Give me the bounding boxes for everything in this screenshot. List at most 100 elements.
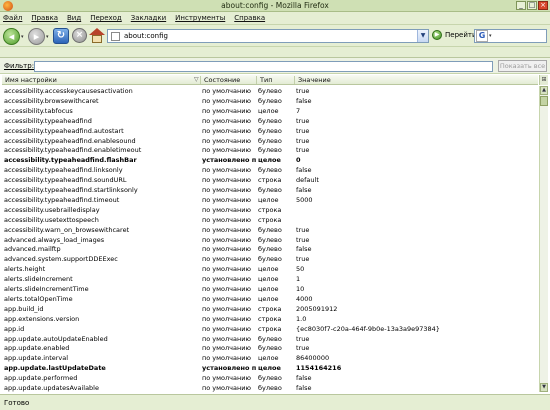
back-button[interactable]: ◂ ▾ <box>3 28 24 45</box>
cell-status: по умолчанию <box>202 195 251 204</box>
table-row[interactable]: alerts.height по умолчанию целое 50 <box>2 264 538 274</box>
cell-name: app.update.enabled <box>4 344 70 353</box>
cell-name: app.update.lastUpdateDate <box>4 364 106 373</box>
show-all-button[interactable]: Показать все <box>498 60 547 72</box>
table-row[interactable]: accessibility.typeaheadfind.soundURL по у… <box>2 175 538 185</box>
menu-file[interactable]: Файл <box>3 14 22 22</box>
table-row[interactable]: app.extensions.version по умолчанию строка… <box>2 314 538 324</box>
cell-value: 1 <box>296 275 301 284</box>
table-row[interactable]: app.update.interval по умолчанию целое 8640… <box>2 353 538 363</box>
reload-button[interactable]: ↻ <box>53 28 69 44</box>
menu-view[interactable]: Вид <box>67 14 81 22</box>
table-row[interactable]: accessibility.typeaheadfind.flashBar уста… <box>2 155 538 165</box>
cell-name: accessibility.typeaheadfind <box>4 116 92 125</box>
table-row[interactable]: app.update.lastUpdateDate установлено п..… <box>2 363 538 373</box>
cell-status: по умолчанию <box>202 314 251 323</box>
search-engine-icon[interactable]: G <box>476 30 488 42</box>
table-row[interactable]: app.id по умолчанию строка {ec8030f7-c20a-4… <box>2 324 538 334</box>
filter-input[interactable] <box>34 61 493 72</box>
table-row[interactable]: advanced.system.supportDDEExec по умолчан… <box>2 254 538 264</box>
maximize-button[interactable]: □ <box>527 1 537 10</box>
cell-type: булево <box>258 344 282 353</box>
stop-button[interactable]: × <box>72 28 87 43</box>
cell-status: по умолчанию <box>202 136 251 145</box>
cell-name: advanced.always_load_images <box>4 235 105 244</box>
cell-type: строка <box>258 205 282 214</box>
scroll-thumb[interactable] <box>540 96 548 106</box>
cell-type: строка <box>258 176 282 185</box>
table-row[interactable]: alerts.slideIncrement по умолчанию целое 1 <box>2 274 538 284</box>
column-header-status[interactable]: Состояние <box>204 76 240 84</box>
page-icon <box>111 31 120 41</box>
table-row[interactable]: alerts.totalOpenTime по умолчанию целое 400… <box>2 294 538 304</box>
go-button[interactable]: ▶ Перейти <box>432 30 477 40</box>
close-window-button[interactable]: × <box>538 1 548 10</box>
cell-value: 10 <box>296 285 305 293</box>
table-row[interactable]: accessibility.typeaheadfind.enabletimeou… <box>2 145 538 155</box>
cell-name: accessibility.typeaheadfind.enablesound <box>4 136 136 145</box>
table-row[interactable]: accessibility.typeaheadfind.timeout по ум… <box>2 195 538 205</box>
cell-name: accessibility.tabfocus <box>4 106 73 115</box>
table-row[interactable]: accessibility.usetexttospeech по умолчани… <box>2 215 538 225</box>
cell-value: 7 <box>296 106 301 115</box>
table-row[interactable]: app.update.enabled по умолчанию булево true <box>2 343 538 353</box>
scroll-up-icon[interactable]: ▲ <box>540 86 548 95</box>
table-row[interactable]: accessibility.typeaheadfind по умолчанию б… <box>2 116 538 126</box>
forward-button[interactable]: ▸ ▾ <box>28 28 49 45</box>
cell-status: по умолчанию <box>202 265 251 274</box>
cell-type: булево <box>258 146 282 155</box>
address-bar[interactable]: about:config ▼ <box>107 29 429 43</box>
search-box[interactable]: G ▾ <box>474 29 547 43</box>
search-engine-dropdown-icon[interactable]: ▾ <box>489 33 492 39</box>
cell-status: по умолчанию <box>202 96 251 105</box>
url-text[interactable]: about:config <box>124 32 417 40</box>
back-history-dropdown-icon[interactable]: ▾ <box>21 34 24 40</box>
table-row[interactable]: accessibility.typeaheadfind.startlinkson… <box>2 185 538 195</box>
cell-status: по умолчанию <box>202 235 251 244</box>
column-picker-icon[interactable]: ⊞ <box>539 75 548 85</box>
table-row[interactable]: accessibility.tabfocus по умолчанию целое 7 <box>2 106 538 116</box>
menu-help[interactable]: Справка <box>234 14 265 22</box>
menu-bar: Файл Правка Вид Переход Закладки Инструм… <box>0 12 550 25</box>
cell-type: булево <box>258 235 282 244</box>
table-row[interactable]: app.update.performed по умолчанию булево fa… <box>2 373 538 383</box>
vertical-scrollbar[interactable]: ▲ ▼ <box>539 86 548 392</box>
table-row[interactable]: accessibility.browsewithcaret по умолчани… <box>2 96 538 106</box>
table-row[interactable]: accessibility.typeaheadfind.linksonly по … <box>2 165 538 175</box>
cell-name: app.id <box>4 324 25 333</box>
table-row[interactable]: accessibility.typeaheadfind.autostart по … <box>2 126 538 136</box>
menu-go[interactable]: Переход <box>90 14 122 22</box>
menu-bookmarks[interactable]: Закладки <box>131 14 166 22</box>
column-header-name[interactable]: Имя настройки <box>5 76 57 84</box>
cell-type: булево <box>258 384 282 392</box>
home-button[interactable] <box>89 28 105 44</box>
table-row[interactable]: accessibility.typeaheadfind.enablesound п… <box>2 136 538 146</box>
menu-tools[interactable]: Инструменты <box>175 14 225 22</box>
table-row[interactable]: app.update.updatesAvailable по умолчанию б… <box>2 383 538 392</box>
table-row[interactable]: advanced.always_load_images по умолчанию б… <box>2 235 538 245</box>
minimize-button[interactable]: _ <box>516 1 526 10</box>
cell-name: alerts.slideIncrementTime <box>4 285 89 293</box>
status-text: Готово <box>4 399 30 407</box>
column-header-value[interactable]: Значение <box>298 76 331 84</box>
table-row[interactable]: accessibility.accesskeycausesactivation п… <box>2 86 538 96</box>
cell-value: 0 <box>296 156 301 165</box>
table-row[interactable]: accessibility.usebrailledisplay по умолча… <box>2 205 538 215</box>
table-row[interactable]: alerts.slideIncrementTime по умолчанию цел… <box>2 284 538 294</box>
cell-type: строка <box>258 215 282 224</box>
url-history-dropdown-icon[interactable]: ▼ <box>417 30 428 42</box>
cell-status: установлено п... <box>202 156 256 165</box>
table-row[interactable]: advanced.mailftp по умолчанию булево false <box>2 244 538 254</box>
cell-type: целое <box>258 294 279 303</box>
cell-name: advanced.system.supportDDEExec <box>4 255 118 264</box>
cell-type: булево <box>258 96 282 105</box>
cell-type: булево <box>258 116 282 125</box>
menu-edit[interactable]: Правка <box>31 14 58 22</box>
preferences-table[interactable]: accessibility.accesskeycausesactivation п… <box>2 86 538 392</box>
table-row[interactable]: app.build_id по умолчанию строка 2005091912 <box>2 304 538 314</box>
table-row[interactable]: accessibility.warn_on_browsewithcaret по … <box>2 225 538 235</box>
forward-history-dropdown-icon[interactable]: ▾ <box>46 34 49 40</box>
table-row[interactable]: app.update.autoUpdateEnabled по умолчанию… <box>2 334 538 344</box>
column-header-type[interactable]: Тип <box>260 76 272 84</box>
scroll-down-icon[interactable]: ▼ <box>540 383 548 392</box>
